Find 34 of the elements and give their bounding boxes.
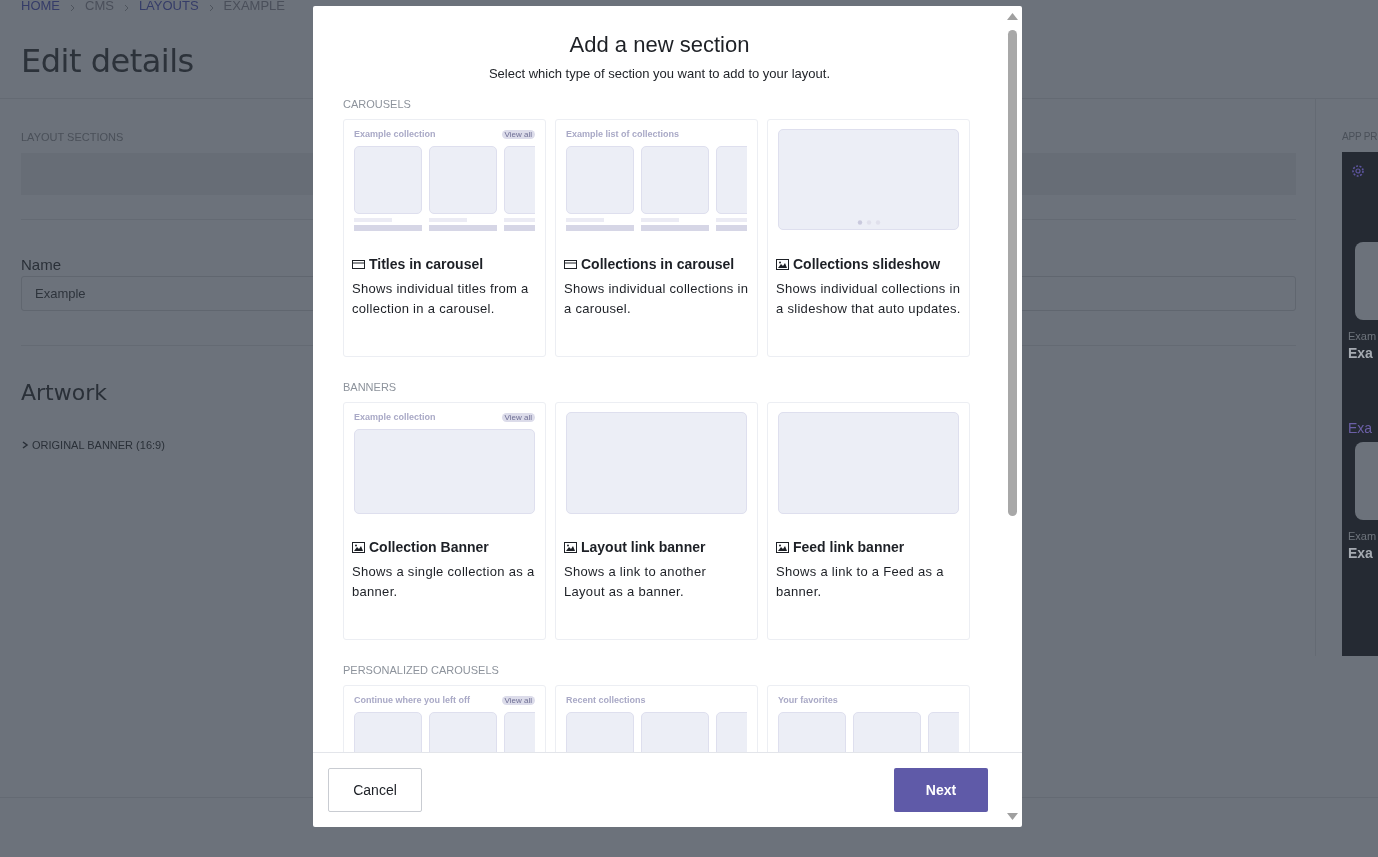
preview-caption: Exam <box>1348 530 1377 542</box>
preview-caption: Example list of collections <box>566 129 680 139</box>
preview-caption: Continue where you left off <box>354 695 470 705</box>
preview-title: Exa <box>1348 545 1373 561</box>
section-heading: BANNERS <box>343 381 397 393</box>
preview-pill: View all <box>501 129 535 139</box>
card-title: Layout link banner <box>581 539 706 555</box>
card-description: Shows individual collections in a carousel. <box>564 280 749 318</box>
page-title: Edit details <box>20 41 195 82</box>
card-description: Shows individual collections in a slideshow that auto updates. <box>776 280 961 318</box>
preview-title: Exa <box>1348 345 1373 361</box>
preview-pill: View all <box>501 695 535 705</box>
preview-caption: Recent collections <box>566 695 646 705</box>
preview-caption: Your favorites <box>778 695 838 705</box>
dialog-title: Add a new section <box>569 32 750 58</box>
preview-pill: View all <box>501 412 535 422</box>
dialog-subtitle: Select which type of section you want to add to your layout. <box>488 66 831 81</box>
card-title: Collection Banner <box>369 539 489 555</box>
card-title: Feed link banner <box>793 539 905 555</box>
preview-heading: Exa <box>1348 420 1373 436</box>
section-heading: CAROUSELS <box>343 98 411 110</box>
preview-caption: Example collection <box>354 412 436 422</box>
preview-caption: Example collection <box>354 129 436 139</box>
card-description: Shows individual titles from a collection in a carousel. <box>352 280 530 318</box>
preview-caption: Exam <box>1348 330 1377 342</box>
card-title: Collections in carousel <box>581 256 735 272</box>
card-description: Shows a link to a Feed as a banner. <box>776 563 945 601</box>
card-description: Shows a link to another Layout as a banner. <box>564 563 708 601</box>
card-description: Shows a single collection as a banner. <box>352 563 536 601</box>
section-heading: Artwork <box>21 380 107 405</box>
card-title: Collections slideshow <box>793 256 941 272</box>
section-heading: PERSONALIZED CAROUSELS <box>343 664 499 676</box>
field-label: Name <box>21 256 61 273</box>
card-title: Titles in carousel <box>369 256 484 272</box>
